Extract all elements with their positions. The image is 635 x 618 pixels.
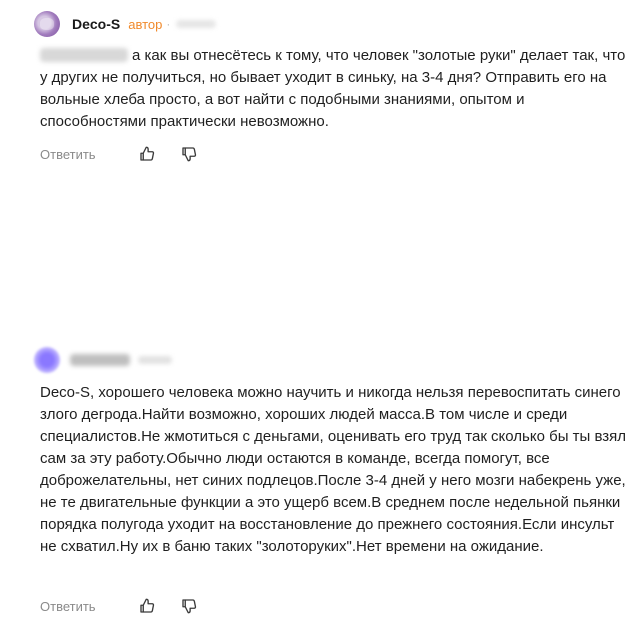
dislike-button[interactable] [178,143,200,165]
thumbs-down-icon [181,599,196,614]
reply-button[interactable]: Ответить [40,599,96,614]
like-button[interactable] [136,143,158,165]
comment-actions: Ответить [40,594,200,618]
comment-header: Deco-S автор · [34,10,217,38]
author-name[interactable]: Deco-S [72,16,120,32]
thumbs-up-icon [139,146,154,161]
like-button[interactable] [136,595,158,617]
comment-text-content: а как вы отнесётесь к тому, что человек … [40,47,626,130]
author-badge: автор [128,16,163,32]
thumbs-down-icon [181,147,196,162]
dislike-button[interactable] [178,595,200,617]
separator-dot: · [166,17,171,31]
comment-header [34,346,172,374]
avatar[interactable] [34,11,60,37]
comment-text: Deco-S, хорошего человека можно научить … [40,384,627,555]
thumbs-up-icon [139,598,154,613]
reply-button[interactable]: Ответить [40,147,96,162]
timestamp-redacted [176,20,217,28]
timestamp-redacted [138,356,172,364]
author-name-redacted[interactable] [70,354,130,366]
comment-text: а как вы отнесётесь к тому, что человек … [40,45,630,133]
comment-actions: Ответить [40,142,200,166]
avatar[interactable] [34,347,60,373]
reply-to-redacted [40,48,128,62]
